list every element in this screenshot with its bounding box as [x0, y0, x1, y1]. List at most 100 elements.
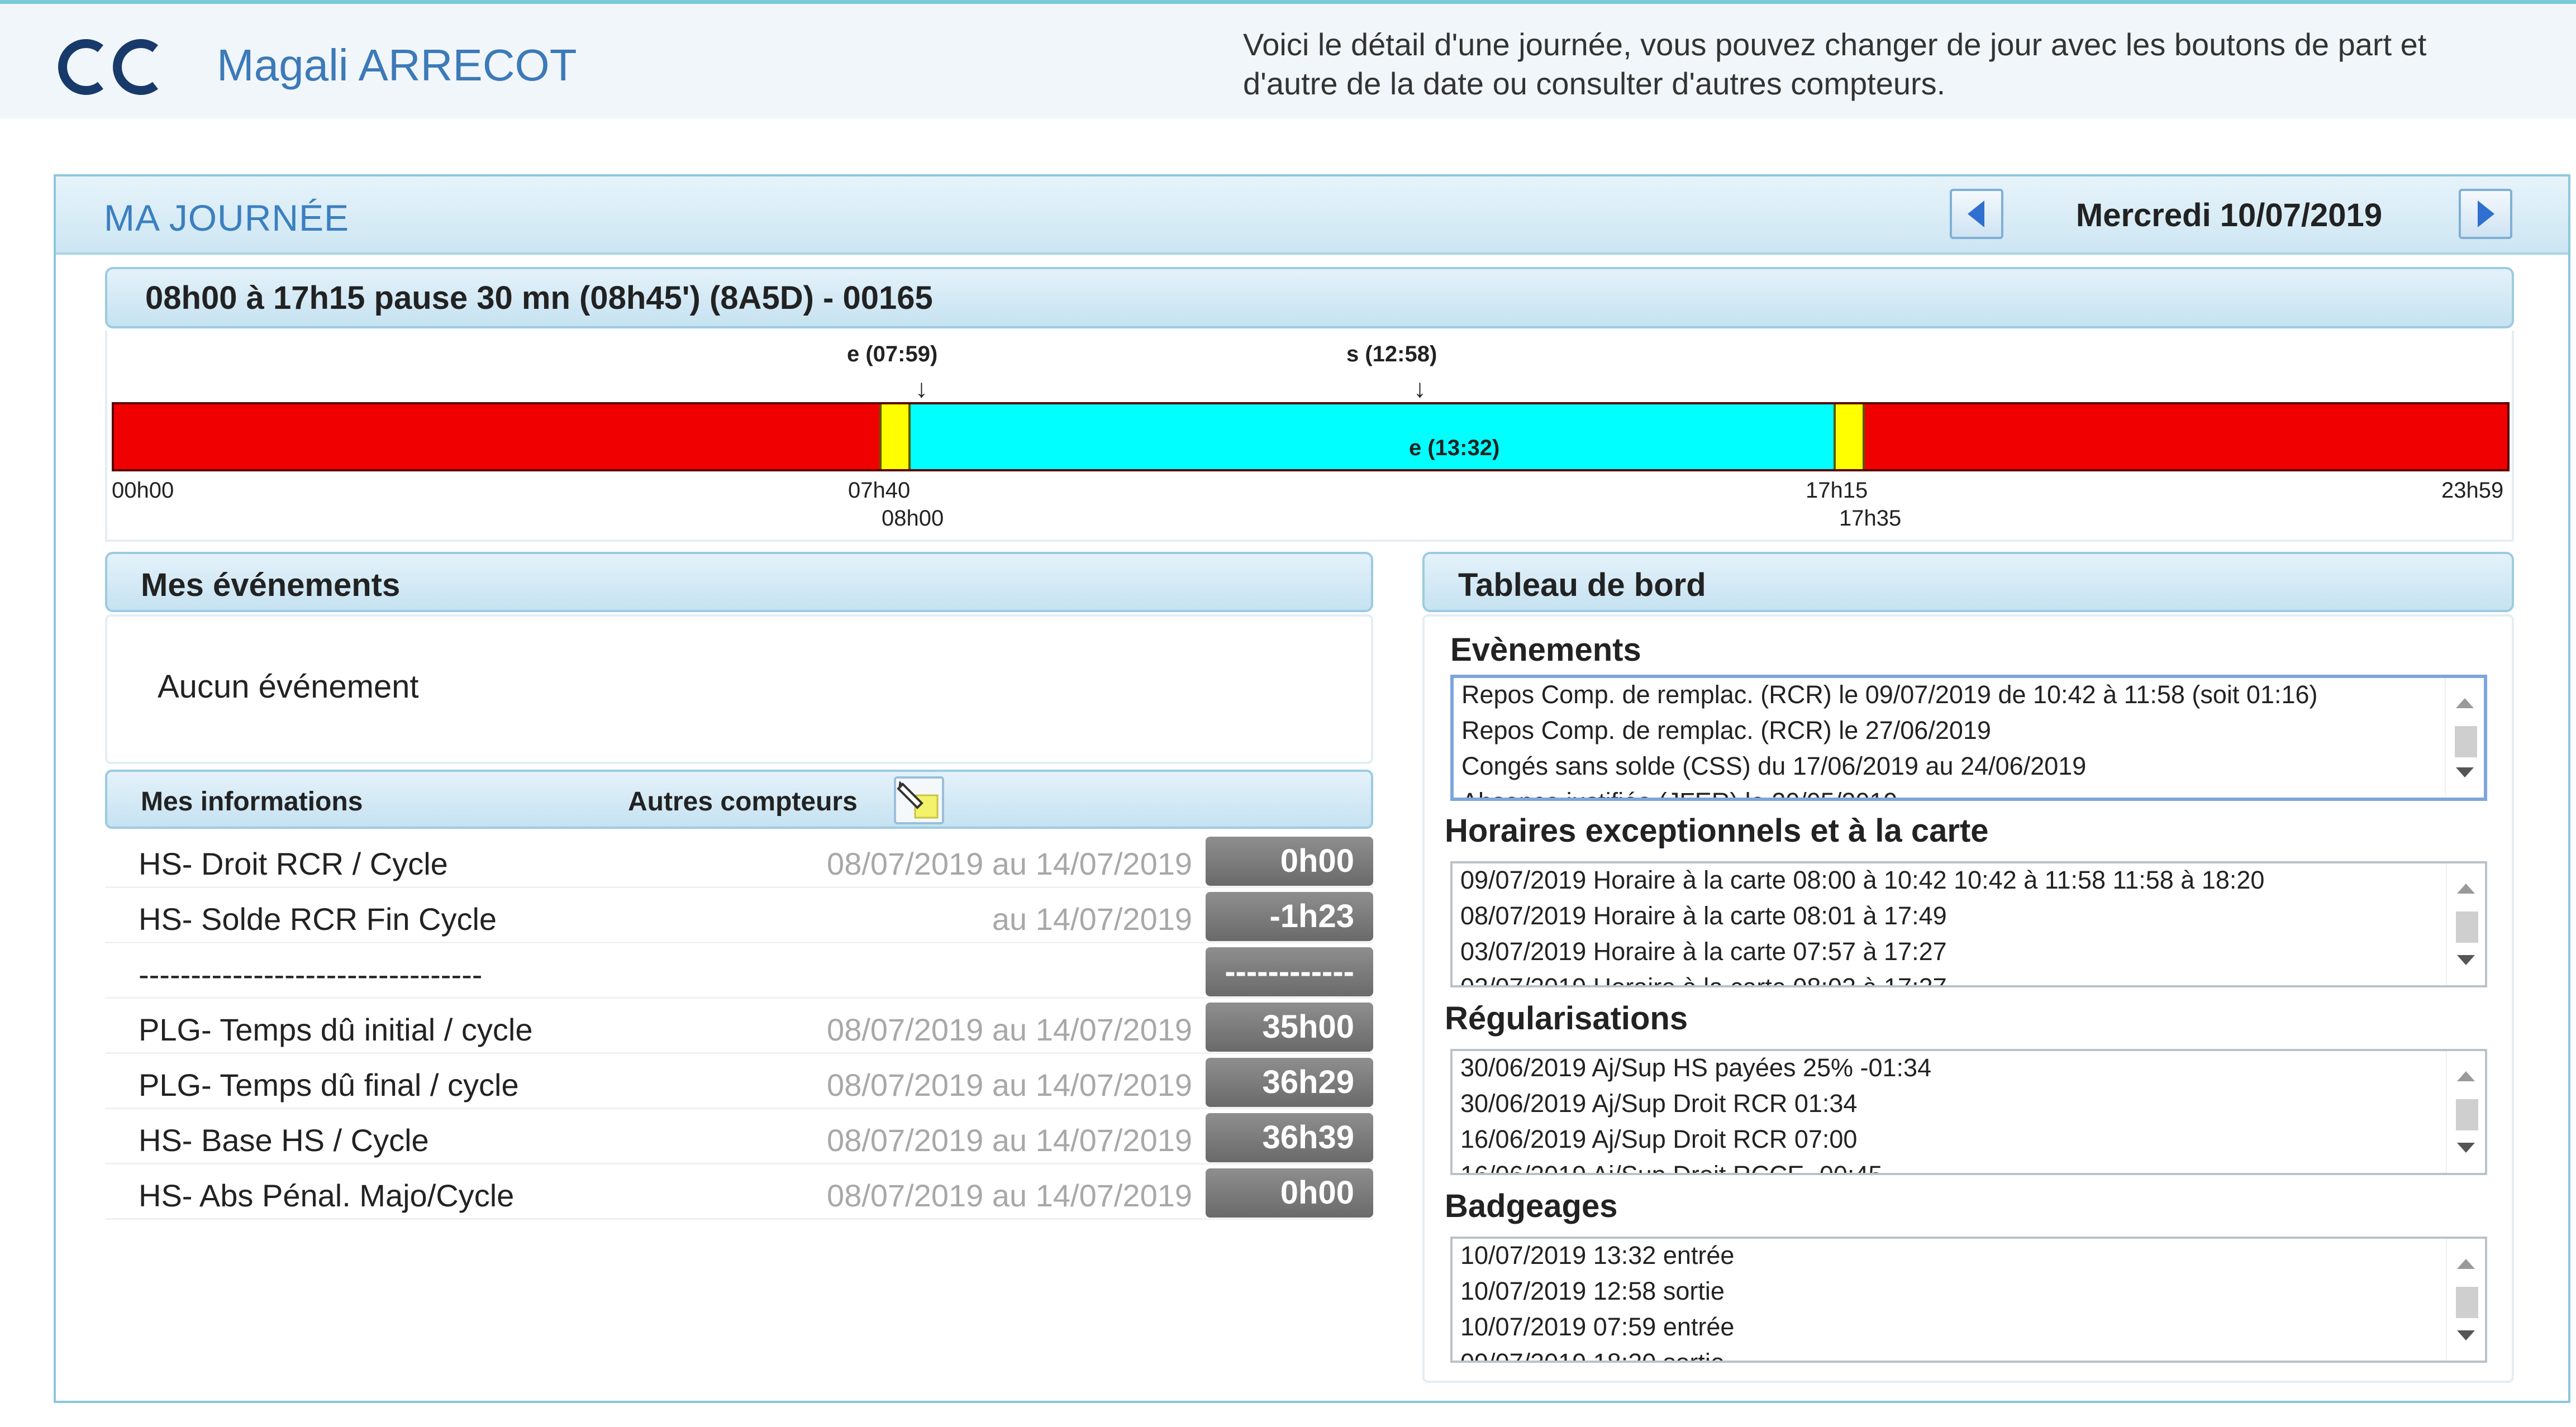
list-item[interactable]: 30/06/2019 Aj/Sup HS payées 25% -01:34 — [1460, 1053, 1931, 1082]
dashboard-header: Tableau de bord — [1422, 552, 2514, 612]
scroll-down-icon[interactable] — [2456, 767, 2474, 777]
timeline-worked-period — [911, 404, 1834, 469]
marker-in-afternoon: e (13:32) — [1409, 436, 1500, 460]
list-item[interactable]: 10/07/2019 13:32 entrée — [1460, 1241, 1734, 1270]
dashboard-schedules-title: Horaires exceptionnels et à la carte — [1445, 813, 1989, 849]
scroll-down-icon[interactable] — [2457, 955, 2475, 965]
list-item[interactable]: 10/07/2019 07:59 entrée — [1460, 1313, 1734, 1342]
list-item[interactable]: 03/07/2019 Horaire à la carte 07:57 à 17… — [1460, 937, 1947, 966]
scroll-up-icon[interactable] — [2456, 698, 2474, 708]
list-item[interactable]: 09/07/2019 Horaire à la carte 08:00 à 10… — [1460, 866, 2264, 895]
list-item[interactable]: 08/07/2019 Horaire à la carte 08:01 à 17… — [1460, 901, 1947, 930]
tick-start: 00h00 — [112, 478, 174, 503]
panel-title: MA JOURNÉE — [104, 197, 350, 238]
tick-1715: 17h15 — [1806, 478, 1868, 503]
no-event-text: Aucun événement — [158, 669, 419, 705]
user-name: Magali ARRECOT — [217, 40, 577, 90]
counter-value: 0h00 — [1206, 837, 1373, 886]
list-item[interactable]: Absence justifiée (JFER) le 20/05/2019 — [1461, 788, 1897, 798]
tick-0740: 07h40 — [848, 478, 911, 503]
timeline-track: e (13:32) — [112, 402, 2510, 471]
other-counters-button[interactable] — [894, 776, 944, 824]
counter-row: PLG- Temps dû initial / cycle 08/07/2019… — [105, 1000, 1373, 1054]
counter-label: --------------------------------- — [139, 957, 483, 992]
events-box: Aucun événement — [105, 614, 1373, 764]
dashboard-regularisations-title: Régularisations — [1445, 1000, 1688, 1037]
dashboard-badgeages-list[interactable]: 10/07/2019 13:32 entrée 10/07/2019 12:58… — [1450, 1237, 2487, 1363]
counter-value: 35h00 — [1206, 1003, 1373, 1052]
panel-header: MA JOURNÉE Mercredi 10/07/2019 — [56, 176, 2568, 255]
counter-row: HS- Solde RCR Fin Cycle au 14/07/2019 -1… — [105, 890, 1373, 943]
list-item[interactable]: 16/06/2019 Aj/Sup Droit RCR 07:00 — [1460, 1125, 1857, 1154]
scrollbar[interactable] — [2446, 1239, 2485, 1361]
scroll-thumb[interactable] — [2456, 911, 2478, 943]
timeline-tolerance-evening — [1834, 404, 1865, 469]
dashboard-schedules-list[interactable]: 09/07/2019 Horaire à la carte 08:00 à 10… — [1450, 861, 2487, 987]
counter-value: -1h23 — [1206, 892, 1373, 941]
current-date: Mercredi 10/07/2019 — [2075, 197, 2383, 233]
scroll-down-icon[interactable] — [2457, 1330, 2475, 1340]
schedule-label: 08h00 à 17h15 pause 30 mn (08h45') (8A5D… — [145, 280, 933, 316]
counter-label: HS- Solde RCR Fin Cycle — [139, 901, 497, 937]
intro-text: Voici le détail d'une journée, vous pouv… — [1243, 25, 2545, 103]
scroll-thumb[interactable] — [2455, 726, 2477, 757]
counter-value: 36h39 — [1206, 1113, 1373, 1162]
events-section-title: Mes événements — [141, 567, 401, 603]
previous-day-button[interactable] — [1950, 189, 2003, 239]
list-item[interactable]: 02/07/2019 Horaire à la carte 08:02 à 17… — [1460, 973, 1947, 985]
scrollbar[interactable] — [2446, 1051, 2485, 1173]
counter-row: HS- Droit RCR / Cycle 08/07/2019 au 14/0… — [105, 834, 1373, 888]
list-item[interactable]: 16/06/2019 Aj/Sup Droit RCCE -00:45 — [1460, 1161, 1882, 1173]
counter-label: HS- Base HS / Cycle — [139, 1123, 429, 1158]
arrow-down-icon: ↓ — [1413, 374, 1426, 403]
dashboard-box: Evènements Repos Comp. de remplac. (RCR)… — [1422, 614, 2514, 1383]
list-item[interactable]: 10/07/2019 12:58 sortie — [1460, 1277, 1725, 1306]
top-header: Magali ARRECOT Voici le détail d'une jou… — [0, 0, 2576, 118]
counter-label: PLG- Temps dû initial / cycle — [139, 1012, 533, 1047]
dashboard-regularisations-list[interactable]: 30/06/2019 Aj/Sup HS payées 25% -01:34 3… — [1450, 1049, 2487, 1175]
dashboard-events-list[interactable]: Repos Comp. de remplac. (RCR) le 09/07/2… — [1450, 675, 2487, 801]
list-item[interactable]: Repos Comp. de remplac. (RCR) le 09/07/2… — [1461, 680, 2318, 709]
list-item[interactable]: 09/07/2019 18:20 sortie — [1460, 1348, 1725, 1361]
triangle-right-icon — [2478, 201, 2494, 227]
day-timeline: e (07:59) ↓ s (12:58) ↓ ↑ e (13:32) 00h0… — [105, 331, 2514, 542]
counter-label: HS- Abs Pénal. Majo/Cycle — [139, 1178, 515, 1213]
tab-my-information[interactable]: Mes informations — [141, 786, 363, 817]
list-item[interactable]: Congés sans solde (CSS) du 17/06/2019 au… — [1461, 752, 2086, 781]
scroll-up-icon[interactable] — [2457, 1071, 2475, 1081]
my-day-panel: MA JOURNÉE Mercredi 10/07/2019 08h00 à 1… — [54, 174, 2570, 1403]
scrollbar[interactable] — [2445, 678, 2484, 798]
tab-other-counters[interactable]: Autres compteurs — [628, 786, 858, 817]
counter-range: 08/07/2019 au 14/07/2019 — [827, 1012, 1192, 1047]
counter-value: ------------ — [1206, 947, 1373, 996]
counter-label: HS- Droit RCR / Cycle — [139, 846, 448, 881]
counter-label: PLG- Temps dû final / cycle — [139, 1067, 519, 1103]
triangle-left-icon — [1968, 201, 1984, 227]
marker-out-noon: s (12:58) — [1346, 342, 1437, 366]
counter-range: 08/07/2019 au 14/07/2019 — [827, 1178, 1192, 1213]
counter-value: 36h29 — [1206, 1058, 1373, 1107]
scroll-up-icon[interactable] — [2457, 884, 2475, 894]
scrollbar[interactable] — [2446, 863, 2485, 985]
counter-row: HS- Base HS / Cycle 08/07/2019 au 14/07/… — [105, 1111, 1373, 1164]
list-item[interactable]: 30/06/2019 Aj/Sup Droit RCR 01:34 — [1460, 1089, 1857, 1118]
company-logo — [58, 39, 158, 95]
scroll-down-icon[interactable] — [2457, 1143, 2475, 1153]
timeline-tolerance-morning — [879, 404, 911, 469]
dashboard-badgeages-title: Badgeages — [1445, 1188, 1618, 1224]
counter-row: --------------------------------- ------… — [105, 945, 1373, 999]
list-item[interactable]: Repos Comp. de remplac. (RCR) le 27/06/2… — [1461, 716, 1991, 745]
scroll-thumb[interactable] — [2456, 1099, 2478, 1130]
scroll-thumb[interactable] — [2456, 1287, 2478, 1318]
counter-range: 08/07/2019 au 14/07/2019 — [827, 846, 1192, 881]
marker-in-morning: e (07:59) — [847, 342, 938, 366]
tick-0800: 08h00 — [882, 506, 944, 531]
dashboard-title: Tableau de bord — [1458, 567, 1706, 603]
arrow-down-icon: ↓ — [915, 374, 928, 403]
counter-range: au 14/07/2019 — [992, 901, 1192, 937]
next-day-button[interactable] — [2459, 189, 2512, 239]
scroll-up-icon[interactable] — [2457, 1259, 2475, 1269]
counter-range: 08/07/2019 au 14/07/2019 — [827, 1067, 1192, 1103]
schedule-header: 08h00 à 17h15 pause 30 mn (08h45') (8A5D… — [105, 267, 2514, 328]
counter-row: HS- Abs Pénal. Majo/Cycle 08/07/2019 au … — [105, 1166, 1373, 1220]
